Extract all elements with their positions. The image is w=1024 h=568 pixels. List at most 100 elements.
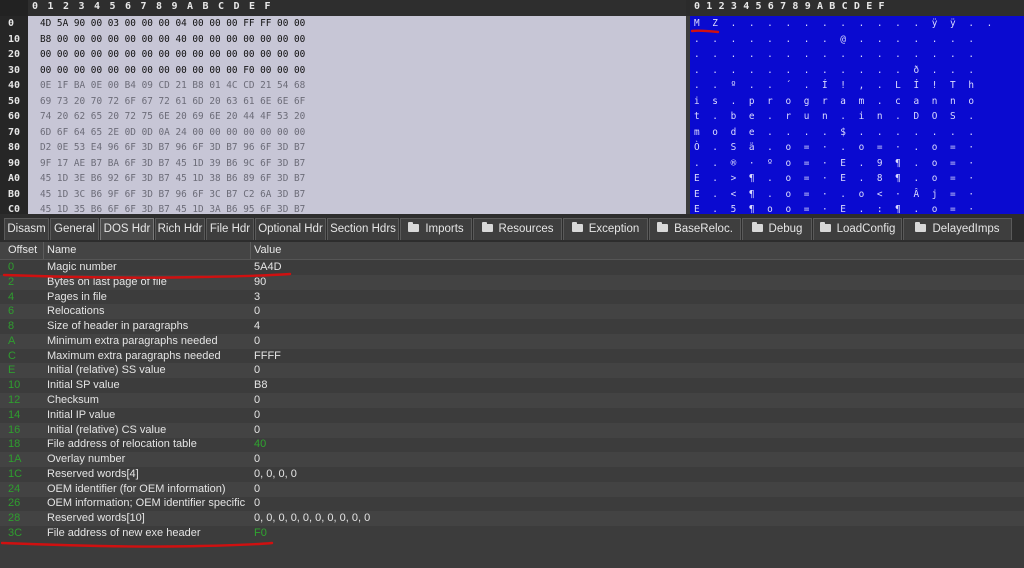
tab-resources[interactable]: Resources bbox=[473, 218, 562, 240]
hex-row[interactable]: 9F 17 AE B7 BA 6F 3D B7 45 1D 39 B6 9C 6… bbox=[40, 158, 305, 169]
table-row[interactable]: 3C File address of new exe header F0 bbox=[0, 526, 1024, 541]
tab-imports[interactable]: Imports bbox=[400, 218, 472, 240]
table-row[interactable]: 0 Magic number 5A4D bbox=[0, 260, 1024, 275]
value-cell[interactable]: 0, 0, 0, 0, 0, 0, 0, 0, 0, 0 bbox=[254, 512, 370, 524]
value-cell[interactable]: 0 bbox=[254, 335, 260, 347]
tab-label: DOS Hdr bbox=[103, 223, 151, 235]
hex-address: 90 bbox=[8, 157, 21, 169]
hex-row[interactable]: 00 00 00 00 00 00 00 00 00 00 00 00 00 0… bbox=[40, 49, 305, 60]
value-cell[interactable]: 90 bbox=[254, 276, 266, 288]
text-column-label: 4 bbox=[743, 1, 750, 12]
tab-exception[interactable]: Exception bbox=[563, 218, 648, 240]
text-row[interactable]: E . 5 ¶ o o = · E . : ¶ . o = · bbox=[694, 204, 977, 214]
tab-disasm[interactable]: Disasm bbox=[4, 218, 49, 240]
text-row[interactable]: i s . p r o g r a m . c a n n o bbox=[694, 96, 977, 107]
table-row[interactable]: A Minimum extra paragraphs needed 0 bbox=[0, 333, 1024, 349]
table-row[interactable]: 2 Bytes on last page of file 90 bbox=[0, 274, 1024, 290]
column-divider[interactable] bbox=[250, 242, 251, 259]
hex-row[interactable]: 69 73 20 70 72 6F 67 72 61 6D 20 63 61 6… bbox=[40, 96, 305, 107]
value-cell[interactable]: 0, 0, 0, 0 bbox=[254, 468, 297, 480]
text-row[interactable]: . . ® · º o = · E . 9 ¶ . o = · bbox=[694, 158, 977, 169]
text-row[interactable]: E . > ¶ . o = · E . 8 ¶ . o = · bbox=[694, 173, 977, 184]
name-cell: Minimum extra paragraphs needed bbox=[47, 334, 218, 347]
value-cell[interactable]: 3 bbox=[254, 291, 260, 303]
table-row[interactable]: 28 Reserved words[10] 0, 0, 0, 0, 0, 0, 0,… bbox=[0, 511, 1024, 527]
value-cell[interactable]: 0 bbox=[254, 394, 260, 406]
tab-rich-hdr[interactable]: Rich Hdr bbox=[155, 218, 205, 240]
table-row[interactable]: 8 Size of header in paragraphs 4 bbox=[0, 319, 1024, 334]
hex-column-label: E bbox=[249, 1, 256, 12]
table-row[interactable]: 26 OEM information; OEM identifier specif… bbox=[0, 496, 1024, 511]
ascii-text-panel[interactable]: M Z . . . . . . . . . . . ÿ ÿ . . . . . .… bbox=[690, 16, 1024, 214]
hex-row[interactable]: 45 1D 3E B6 92 6F 3D B7 45 1D 38 B6 89 6… bbox=[40, 173, 305, 184]
value-cell[interactable]: F0 bbox=[254, 527, 267, 539]
hex-row[interactable]: 4D 5A 90 00 03 00 00 00 04 00 00 00 FF F… bbox=[40, 18, 305, 29]
hex-row[interactable]: 45 1D 3C B6 9F 6F 3D B7 96 6F 3C B7 C2 6… bbox=[40, 189, 305, 200]
table-row[interactable]: 1C Reserved words[4] 0, 0, 0, 0 bbox=[0, 467, 1024, 482]
text-row[interactable]: . . º . . ´ . Í ! , . L Í ! T h bbox=[694, 80, 977, 91]
table-row[interactable]: 24 OEM identifier (for OEM information) 0 bbox=[0, 481, 1024, 497]
table-row[interactable]: 18 File address of relocation table 40 bbox=[0, 437, 1024, 452]
text-row[interactable]: . . . . . . . . @ . . . . . . . bbox=[694, 34, 977, 45]
tab-optional-hdr[interactable]: Optional Hdr bbox=[255, 218, 326, 240]
value-cell[interactable]: 0 bbox=[254, 305, 260, 317]
tab-general[interactable]: General bbox=[50, 218, 99, 240]
tab-dos-hdr[interactable]: DOS Hdr bbox=[100, 218, 154, 240]
hex-row[interactable]: 00 00 00 00 00 00 00 00 00 00 00 00 F0 0… bbox=[40, 65, 305, 76]
text-row[interactable]: t . b e . r u n . i n . D O S . bbox=[694, 111, 977, 122]
hex-row[interactable]: B8 00 00 00 00 00 00 00 40 00 00 00 00 0… bbox=[40, 34, 305, 45]
value-cell[interactable]: B8 bbox=[254, 379, 267, 391]
folder-icon bbox=[571, 221, 583, 232]
value-cell[interactable]: 4 bbox=[254, 320, 260, 332]
value-cell[interactable]: 0 bbox=[254, 364, 260, 376]
text-row[interactable]: E . < ¶ . o = · . o < · Â j = · bbox=[694, 189, 977, 200]
value-cell[interactable]: 0 bbox=[254, 483, 260, 495]
hex-row[interactable]: 6D 6F 64 65 2E 0D 0D 0A 24 00 00 00 00 0… bbox=[40, 127, 305, 138]
value-cell[interactable]: 0 bbox=[254, 497, 260, 509]
folder-icon bbox=[751, 221, 763, 232]
hex-row[interactable]: 45 1D 35 B6 6F 6F 3D B7 45 1D 3A B6 95 6… bbox=[40, 204, 305, 214]
value-cell[interactable]: 0 bbox=[254, 409, 260, 421]
column-divider[interactable] bbox=[43, 242, 44, 259]
table-row[interactable]: C Maximum extra paragraphs needed FFFF bbox=[0, 349, 1024, 364]
text-row[interactable]: . . . . . . . . . . . . ð . . . bbox=[694, 65, 977, 76]
tab-label: Exception bbox=[588, 223, 640, 235]
value-cell[interactable]: FFFF bbox=[254, 350, 281, 362]
tab-loadconfig[interactable]: LoadConfig bbox=[813, 218, 902, 240]
tab-debug[interactable]: Debug bbox=[742, 218, 812, 240]
table-row[interactable]: 14 Initial IP value 0 bbox=[0, 408, 1024, 423]
column-header-name[interactable]: Name bbox=[47, 244, 76, 256]
tab-basereloc[interactable]: BaseReloc. bbox=[649, 218, 741, 240]
hex-row[interactable]: 0E 1F BA 0E 00 B4 09 CD 21 B8 01 4C CD 2… bbox=[40, 80, 305, 91]
tab-delayedimps[interactable]: DelayedImps bbox=[903, 218, 1012, 240]
value-cell[interactable]: 5A4D bbox=[254, 261, 282, 273]
text-row[interactable]: . . . . . . . . . . . . . . . . bbox=[694, 49, 977, 60]
column-header-offset[interactable]: Offset bbox=[8, 244, 37, 256]
tab-label: LoadConfig bbox=[836, 223, 896, 235]
table-row[interactable]: 10 Initial SP value B8 bbox=[0, 378, 1024, 393]
hex-row[interactable]: D2 0E 53 E4 96 6F 3D B7 96 6F 3D B7 96 6… bbox=[40, 142, 305, 153]
hex-bytes-panel[interactable]: 4D 5A 90 00 03 00 00 00 04 00 00 00 FF F… bbox=[28, 16, 686, 214]
table-row[interactable]: E Initial (relative) SS value 0 bbox=[0, 363, 1024, 379]
hex-row[interactable]: 74 20 62 65 20 72 75 6E 20 69 6E 20 44 4… bbox=[40, 111, 305, 122]
text-row[interactable]: M Z . . . . . . . . . . . ÿ ÿ . . bbox=[694, 18, 996, 29]
hex-column-header: 0123456789ABCDEF bbox=[28, 0, 686, 16]
column-header-value[interactable]: Value bbox=[254, 244, 281, 256]
text-row[interactable]: Ò . S ä . o = · . o = · . o = · bbox=[694, 142, 977, 153]
tab-label: Imports bbox=[425, 223, 464, 235]
table-row[interactable]: 6 Relocations 0 bbox=[0, 304, 1024, 320]
value-cell[interactable]: 0 bbox=[254, 424, 260, 436]
table-row[interactable]: 16 Initial (relative) CS value 0 bbox=[0, 422, 1024, 438]
hex-corner bbox=[0, 0, 28, 16]
offset-cell: 28 bbox=[8, 512, 21, 525]
table-row[interactable]: 4 Pages in file 3 bbox=[0, 290, 1024, 305]
tab-section-hdrs[interactable]: Section Hdrs bbox=[327, 218, 399, 240]
table-row[interactable]: 1A Overlay number 0 bbox=[0, 452, 1024, 468]
value-cell[interactable]: 0 bbox=[254, 453, 260, 465]
offset-cell: 0 bbox=[8, 261, 15, 273]
table-row[interactable]: 12 Checksum 0 bbox=[0, 393, 1024, 409]
text-row[interactable]: m o d e . . . . $ . . . . . . . bbox=[694, 127, 977, 138]
hex-column-label: F bbox=[264, 1, 271, 12]
tab-file-hdr[interactable]: File Hdr bbox=[206, 218, 254, 240]
value-cell[interactable]: 40 bbox=[254, 438, 266, 450]
